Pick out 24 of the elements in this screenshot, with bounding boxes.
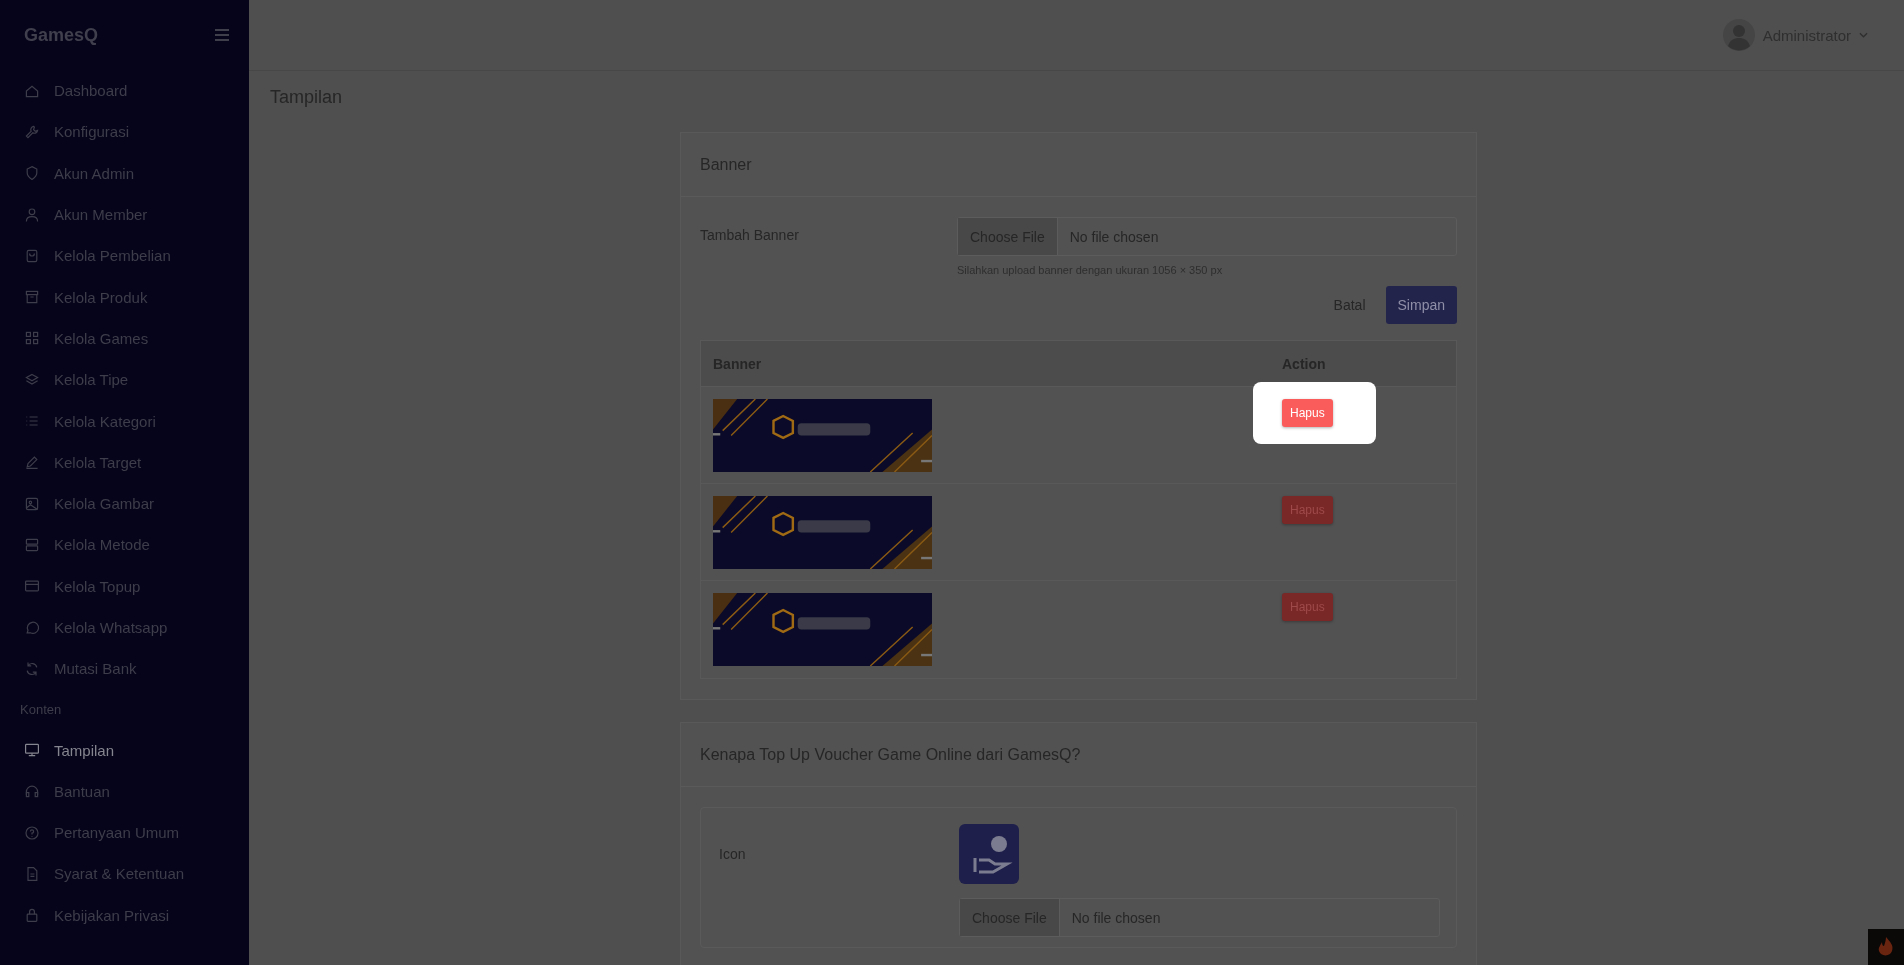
sidebar-item[interactable]: Kelola Target xyxy=(20,441,229,483)
sidebar-item[interactable]: Kelola Pembelian xyxy=(20,235,229,277)
sidebar-item[interactable]: Kelola Whatsapp xyxy=(20,606,229,649)
sidebar-item[interactable]: Kelola Games xyxy=(20,317,229,360)
brand-logo: GamesQ xyxy=(24,24,99,46)
sidebar-item[interactable]: Akun Admin xyxy=(20,152,229,194)
sidebar-item[interactable]: Dashboard xyxy=(20,70,229,112)
sidebar-item[interactable]: Pertanyaan Umum xyxy=(20,812,229,854)
sidebar-item[interactable]: Mutasi Bank xyxy=(20,648,229,690)
sidebar-item[interactable]: Kelola Tipe xyxy=(20,359,229,401)
sidebar-item[interactable]: Tampilan xyxy=(20,729,229,771)
sidebar-item[interactable]: Kelola Kategori xyxy=(20,400,229,442)
sidebar-item[interactable]: Kelola Topup xyxy=(20,565,229,607)
section-label: Konten xyxy=(20,700,63,719)
delete-button[interactable]: Hapus xyxy=(1282,399,1333,427)
save-button[interactable]: Simpan xyxy=(1385,286,1457,324)
sidebar-item[interactable]: Syarat & Ketentuan xyxy=(20,853,229,895)
sidebar-item[interactable]: Kelola Metode xyxy=(20,524,229,566)
sidebar-item[interactable]: Konfigurasi xyxy=(20,111,229,153)
sidebar-item[interactable]: Kelola Produk xyxy=(20,276,229,318)
sidebar-item[interactable]: Akun Member xyxy=(20,193,229,236)
sidebar-item[interactable]: Bantuan xyxy=(20,770,229,813)
sidebar-item[interactable]: Kelola Gambar xyxy=(20,482,229,525)
sidebar-item[interactable]: Kebijakan Privasi xyxy=(20,894,229,936)
